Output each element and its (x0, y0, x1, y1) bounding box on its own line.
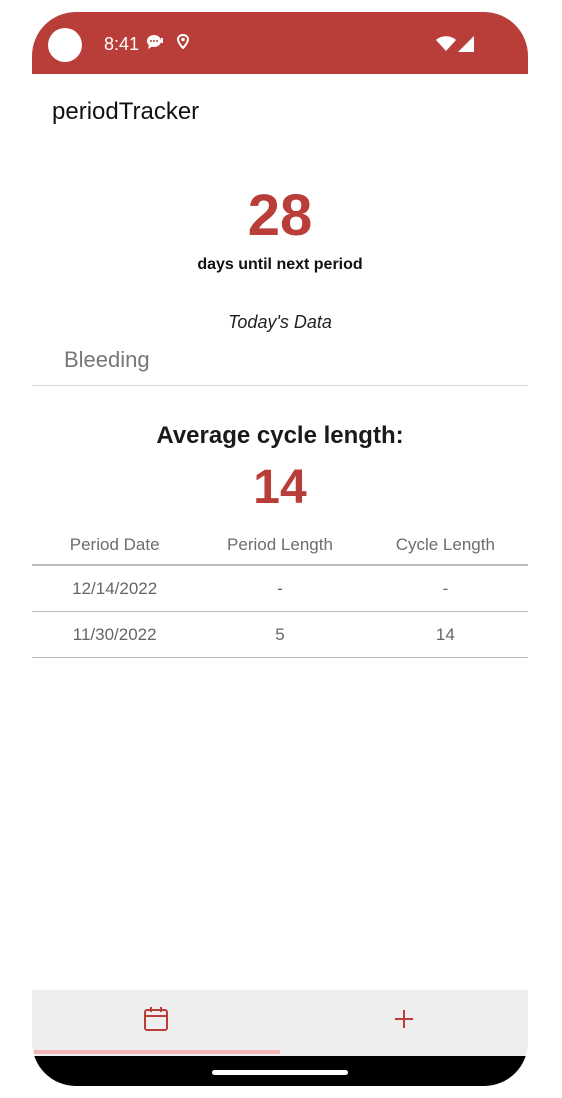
signal-icon (458, 36, 474, 57)
home-gesture-handle[interactable] (212, 1070, 348, 1075)
cell-cycle-length: 14 (435, 624, 455, 644)
table-row[interactable]: 12/14/2022 - - (32, 566, 528, 612)
chat-bubble-icon (146, 34, 164, 55)
bottom-navigation (32, 990, 528, 1056)
cell-period-date: 11/30/2022 (72, 624, 157, 644)
app-title: periodTracker (52, 98, 200, 125)
header-period-length: Period Length (227, 535, 333, 554)
header-cycle-length: Cycle Length (395, 535, 495, 554)
average-cycle-length-value: 14 (253, 461, 307, 514)
days-until-next-period-label: days until next period (197, 256, 363, 273)
location-pin-icon (176, 33, 190, 55)
wifi-icon (436, 36, 456, 57)
cell-period-length: - (277, 578, 283, 598)
plus-icon (393, 1008, 415, 1035)
table-header-row: Period Date Period Length Cycle Length (32, 526, 528, 566)
table-row[interactable]: 11/30/2022 5 14 (32, 612, 528, 658)
calendar-icon (142, 1005, 170, 1038)
average-cycle-length-label: Average cycle length: (156, 422, 404, 449)
front-camera (48, 28, 82, 62)
period-history-table: Period Date Period Length Cycle Length 1… (32, 526, 528, 658)
gesture-navigation-bar (32, 1056, 528, 1086)
bleeding-field[interactable] (32, 342, 528, 386)
active-tab-indicator (34, 1050, 280, 1054)
cell-period-date: 12/14/2022 (72, 578, 158, 598)
status-bar: 8:41 (32, 12, 528, 74)
header-period-date: Period Date (69, 535, 160, 554)
add-tab-button[interactable] (280, 990, 528, 1052)
status-time: 8:41 (104, 34, 140, 54)
cell-cycle-length: - (442, 578, 449, 598)
calendar-tab-button[interactable] (32, 990, 280, 1052)
cell-period-length: 5 (275, 624, 285, 644)
todays-data-heading: Today's Data (228, 312, 332, 332)
bleeding-input[interactable] (62, 346, 506, 374)
phone-screen: 8:41 periodTracker 28 days until next pe… (32, 12, 528, 1086)
days-until-next-period-value: 28 (247, 183, 313, 248)
